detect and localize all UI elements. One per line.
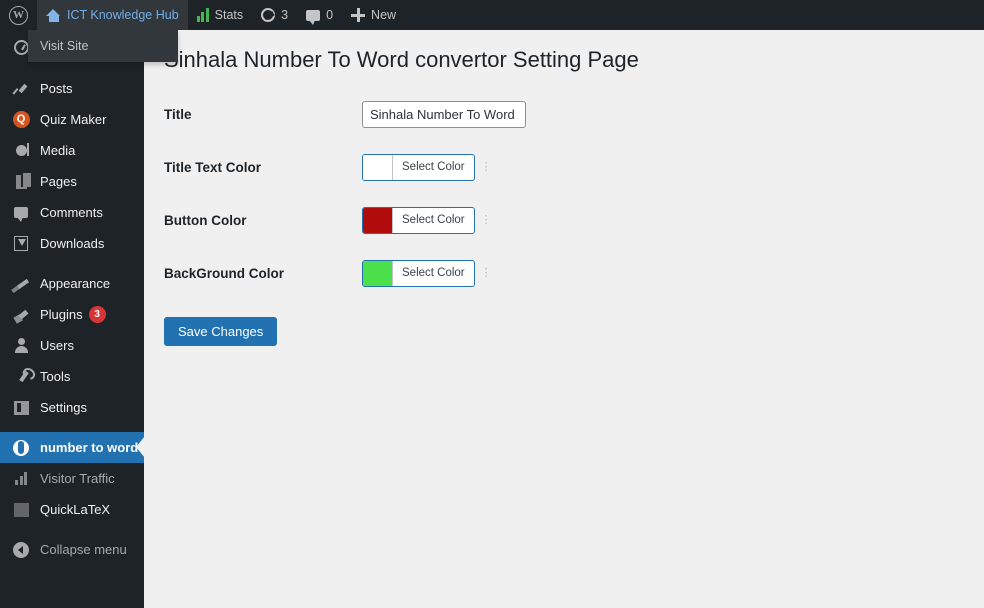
- traffic-chart-icon: [10, 469, 32, 489]
- brush-icon: [10, 274, 32, 294]
- site-name-label: ICT Knowledge Hub: [67, 8, 179, 22]
- field-label-title-text-color: Title Text Color: [164, 159, 262, 175]
- title-text-color-picker[interactable]: Select Color: [362, 153, 475, 181]
- page-title: Sinhala Number To Word convertor Setting…: [164, 47, 639, 72]
- site-dropdown-menu: Visit Site: [28, 30, 178, 62]
- comments-count: 0: [326, 8, 334, 22]
- sidebar-item-label-users: Users: [40, 338, 74, 353]
- site-name-menu[interactable]: ICT Knowledge Hub: [37, 0, 188, 30]
- plus-icon: [351, 8, 366, 22]
- sidebar-item-label-posts: Posts: [40, 81, 73, 96]
- home-icon: [46, 8, 61, 22]
- new-label: New: [371, 8, 397, 22]
- admin-bar: ICT Knowledge Hub Stats 3 0 New: [0, 0, 984, 30]
- visit-site-label: Visit Site: [40, 39, 89, 53]
- sidebar-item-tools[interactable]: Tools: [0, 361, 144, 392]
- button-color-picker[interactable]: Select Color: [362, 206, 475, 234]
- sidebar-item-label-number-to-word: number to word: [40, 440, 139, 455]
- background-color-button-label: Select Color: [402, 267, 465, 280]
- downloads-icon: [10, 234, 32, 254]
- background-color-swatch[interactable]: [363, 260, 393, 286]
- collapse-icon: [10, 540, 32, 560]
- sidebar-item-pages[interactable]: Pages: [0, 166, 144, 197]
- new-content-menu-item[interactable]: New: [342, 0, 405, 30]
- sidebar-item-quiz-maker[interactable]: Quiz Maker: [0, 104, 144, 135]
- updates-menu-item[interactable]: 3: [252, 0, 297, 30]
- field-label-title: Title: [164, 106, 192, 122]
- sidebar-item-comments[interactable]: Comments: [0, 197, 144, 228]
- button-color-more-icon: ⋮: [480, 213, 492, 226]
- sidebar-item-appearance[interactable]: Appearance: [0, 268, 144, 299]
- sidebar-item-number-to-word[interactable]: number to word: [0, 432, 145, 463]
- sidebar-divider-1: [0, 64, 144, 73]
- field-label-background-color: BackGround Color: [164, 265, 285, 281]
- stats-label: Stats: [214, 8, 244, 22]
- plugin-icon: [10, 305, 32, 325]
- sidebar-item-label-quiz-maker: Quiz Maker: [40, 112, 107, 127]
- sidebar-item-label-visitor-traffic: Visitor Traffic: [40, 471, 115, 486]
- sidebar-item-visitor-traffic[interactable]: Visitor Traffic: [0, 463, 144, 494]
- main-content: Sinhala Number To Word convertor Setting…: [144, 30, 984, 608]
- sidebar-item-label-collapse-menu: Collapse menu: [40, 542, 127, 557]
- settings-icon: [10, 398, 32, 418]
- sidebar-divider-3: [0, 423, 144, 432]
- sidebar-item-plugins[interactable]: Plugins 3: [0, 299, 144, 330]
- sidebar-item-label-tools: Tools: [40, 369, 71, 384]
- button-color-swatch[interactable]: [363, 207, 393, 233]
- form-row-title: Title: [164, 100, 984, 128]
- comments-icon: [10, 203, 32, 223]
- wp-admin-screen: ICT Knowledge Hub Stats 3 0 New Visit Si…: [0, 0, 984, 608]
- form-row-background-color: BackGround Color Select Color ⋮: [164, 259, 984, 287]
- quiz-maker-icon: [10, 110, 32, 130]
- form-row-button-color: Button Color Select Color ⋮: [164, 206, 984, 234]
- sidebar-divider-4: [0, 525, 144, 534]
- media-icon: [10, 141, 32, 161]
- save-changes-button[interactable]: Save Changes: [164, 316, 278, 347]
- title-text-color-more-icon: ⋮: [480, 160, 492, 173]
- sidebar-item-downloads[interactable]: Downloads: [0, 228, 144, 259]
- pages-icon: [10, 172, 32, 192]
- update-icon: [261, 8, 276, 22]
- wrench-icon: [10, 367, 32, 387]
- sidebar-item-label-media: Media: [40, 143, 76, 158]
- sidebar-divider-2: [0, 259, 144, 268]
- sidebar-item-label-downloads: Downloads: [40, 236, 105, 251]
- plugins-update-badge: 3: [88, 306, 106, 323]
- title-text-color-button-label: Select Color: [402, 161, 465, 174]
- sidebar-item-quicklatex[interactable]: QuickLaTeX: [0, 494, 144, 525]
- sidebar-item-media[interactable]: Media: [0, 135, 144, 166]
- stats-menu-item[interactable]: Stats: [188, 0, 253, 30]
- pin-icon: [10, 79, 32, 99]
- user-icon: [10, 336, 32, 356]
- title-text-color-swatch[interactable]: [363, 154, 393, 180]
- number-to-word-icon: [10, 438, 32, 458]
- sidebar-item-posts[interactable]: Posts: [0, 73, 144, 104]
- background-color-picker[interactable]: Select Color: [362, 259, 475, 287]
- form-row-title-text-color: Title Text Color Select Color ⋮: [164, 153, 984, 181]
- button-color-button-label: Select Color: [402, 214, 465, 227]
- sidebar-item-label-comments: Comments: [40, 205, 103, 220]
- comment-bubble-icon: [306, 9, 321, 25]
- wordpress-logo-icon: [9, 5, 28, 25]
- visit-site-menu-item[interactable]: Visit Site: [28, 30, 178, 62]
- admin-sidebar: Posts Quiz Maker Media Pages Comments Do…: [0, 30, 145, 608]
- field-label-button-color: Button Color: [164, 212, 247, 228]
- title-input[interactable]: [362, 100, 526, 128]
- sidebar-item-users[interactable]: Users: [0, 330, 144, 361]
- comments-menu-item[interactable]: 0: [297, 0, 342, 30]
- background-color-more-icon: ⋮: [480, 266, 492, 279]
- sidebar-item-label-quicklatex: QuickLaTeX: [40, 502, 111, 517]
- wp-logo-menu[interactable]: [0, 0, 37, 30]
- sidebar-item-collapse-menu[interactable]: Collapse menu: [0, 534, 144, 565]
- sidebar-item-label-appearance: Appearance: [40, 276, 111, 291]
- quicklatex-icon: [10, 500, 32, 520]
- bar-chart-icon: [196, 8, 209, 22]
- sidebar-item-label-pages: Pages: [40, 174, 77, 189]
- sidebar-item-settings[interactable]: Settings: [0, 392, 144, 423]
- sidebar-item-label-plugins: Plugins: [40, 307, 83, 322]
- sidebar-item-label-settings: Settings: [40, 400, 87, 415]
- updates-count: 3: [281, 8, 289, 22]
- form-actions: Save Changes: [164, 316, 984, 347]
